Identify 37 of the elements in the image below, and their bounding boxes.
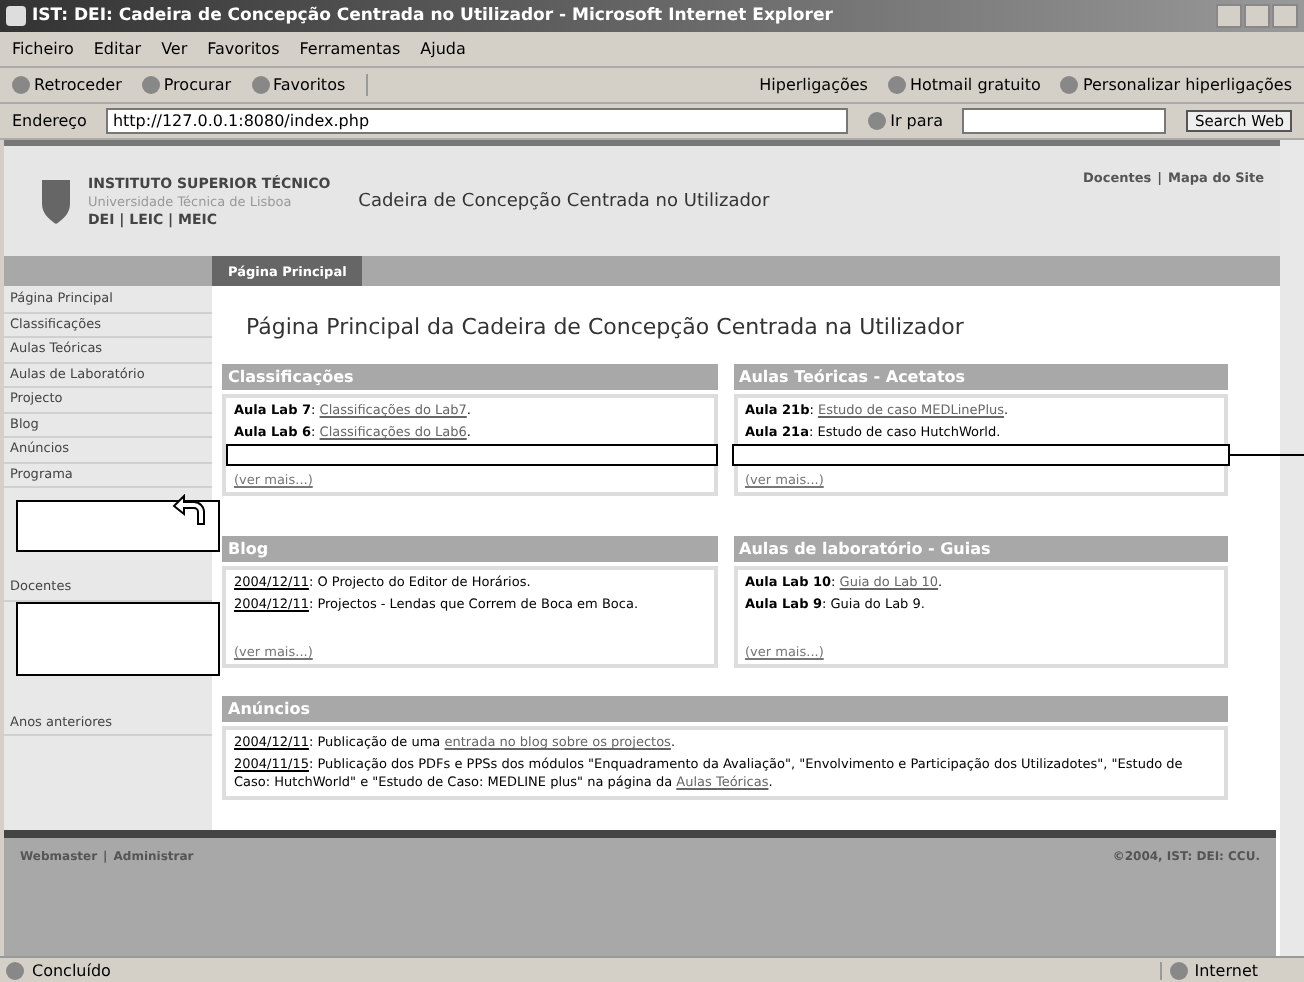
menu-item[interactable]: Ver bbox=[161, 40, 188, 58]
browser-icon bbox=[6, 6, 26, 26]
toolbar-button[interactable]: Favoritos bbox=[273, 76, 346, 94]
page-title: Página Principal da Cadeira de Concepção Centrada na Utilizador bbox=[246, 314, 966, 340]
connector-line bbox=[1230, 454, 1304, 456]
window-title: IST: DEI: Cadeira de Concepção Centrada no Utilizador - Microsoft Internet Explorer bbox=[32, 6, 833, 26]
menu-item[interactable]: Editar bbox=[93, 40, 142, 58]
shield-logo bbox=[40, 177, 72, 225]
maximize-button[interactable] bbox=[1244, 4, 1270, 28]
menu-item[interactable]: Ficheiro bbox=[12, 40, 74, 58]
menu-item[interactable]: Ferramentas bbox=[299, 40, 401, 58]
search-field[interactable] bbox=[962, 108, 1167, 134]
zone-label: Internet bbox=[1194, 962, 1258, 980]
go-button[interactable]: Ir para bbox=[890, 112, 943, 130]
panel-header: Aulas de laboratório - Guias bbox=[733, 536, 1228, 562]
toolbar-icon[interactable] bbox=[141, 76, 160, 94]
toolbar-icon[interactable] bbox=[12, 76, 30, 94]
address-label: Endereço bbox=[12, 112, 87, 130]
links-item[interactable]: Hotmail gratuito bbox=[909, 76, 1041, 94]
menu-item[interactable]: Ajuda bbox=[420, 40, 466, 58]
panel-header: Aulas Teóricas - Acetatos bbox=[733, 364, 1228, 390]
curved-arrow-icon bbox=[170, 494, 206, 526]
panel-header: Blog bbox=[222, 536, 717, 562]
toolbar-icon[interactable] bbox=[251, 76, 270, 94]
course-title: Cadeira de Concepção Centrada no Utilizador bbox=[358, 191, 770, 211]
status-text: Concluído bbox=[32, 962, 111, 980]
address-field[interactable]: http://127.0.0.1:8080/index.php bbox=[106, 108, 849, 134]
toolbar-button[interactable]: Retroceder bbox=[34, 76, 122, 94]
minimize-button[interactable] bbox=[1216, 4, 1242, 28]
links-item[interactable]: Personalizar hiperligações bbox=[1082, 76, 1292, 94]
menu-item[interactable]: Favoritos bbox=[207, 40, 280, 58]
panel-header: Classificações bbox=[222, 364, 717, 390]
toolbar-button[interactable]: Procurar bbox=[163, 76, 232, 94]
links-label: Hiperligações bbox=[759, 76, 868, 94]
close-button[interactable] bbox=[1272, 4, 1298, 28]
panel-header: Anúncios bbox=[222, 696, 1228, 722]
scrollbar[interactable] bbox=[1280, 140, 1304, 956]
